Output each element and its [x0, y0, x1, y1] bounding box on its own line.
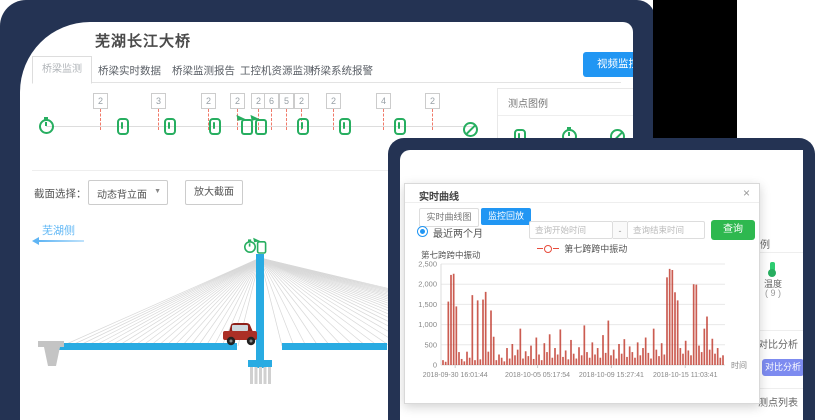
- sensor-count-badge: 5: [279, 93, 294, 109]
- sidebar-divider: [756, 252, 803, 253]
- svg-text:1,500: 1,500: [418, 300, 437, 309]
- sensor-dash-line: [432, 109, 433, 130]
- range-separator: -: [613, 221, 627, 239]
- section-select-dropdown[interactable]: 动态背立面 ▼: [88, 180, 168, 205]
- modal-title: 实时曲线: [419, 188, 459, 203]
- svg-text:0: 0: [433, 361, 437, 370]
- tab-monitor-report[interactable]: 桥梁监测报告: [172, 63, 235, 78]
- sensor-count-badge: 3: [151, 93, 166, 109]
- svg-text:2,500: 2,500: [418, 260, 437, 269]
- temperature-count: ( 9 ): [765, 288, 781, 298]
- svg-text:2018-10-09 15:27:41: 2018-10-09 15:27:41: [579, 372, 644, 379]
- pile-group: [250, 367, 271, 384]
- left-abutment: [38, 341, 64, 347]
- sensor-dash-line: [100, 109, 101, 130]
- chevron-down-icon: ▼: [154, 188, 161, 195]
- sidebar-legend-header-clipped: 例: [760, 236, 770, 251]
- svg-text:2018-10-15 11:03:41: 2018-10-15 11:03:41: [653, 372, 718, 379]
- point-legend-divider: [498, 115, 633, 116]
- wind-sensor-icon: [257, 241, 267, 254]
- tab-system-alarm[interactable]: 桥梁系统报警: [310, 63, 373, 78]
- svg-text:第七跨跨中振动: 第七跨跨中振动: [421, 250, 481, 260]
- sidebar-divider: [756, 388, 803, 389]
- query-end-time-input[interactable]: [627, 221, 705, 239]
- overlay-window: 例 温度 ( 9 ) 对比分析 对比分析 测点列表 实时曲线 × 实时曲线图 监…: [400, 150, 803, 420]
- section-select-value: 动态背立面: [97, 186, 147, 201]
- sensor-count-badge: 2: [230, 93, 245, 109]
- ban-icon[interactable]: [463, 122, 478, 137]
- last-two-months-radio[interactable]: [417, 226, 428, 237]
- compare-analysis-button[interactable]: 对比分析: [762, 359, 803, 376]
- sensor-count-badge: 2: [294, 93, 309, 109]
- svg-text:2018-10-05 05:17:54: 2018-10-05 05:17:54: [505, 372, 570, 379]
- svg-text:2,000: 2,000: [418, 280, 437, 289]
- wind-sensor-icon[interactable]: [241, 119, 253, 135]
- sensor-count-badge: 2: [326, 93, 341, 109]
- link-icon[interactable]: [394, 118, 406, 135]
- point-legend-title: 测点图例: [508, 95, 548, 110]
- car: [223, 323, 257, 345]
- vibration-chart: 第七跨跨中振动 0 500 1,000 1,500 2,000 2,500 2018-09-3…: [411, 250, 759, 396]
- enlarge-section-button[interactable]: 放大截面: [185, 180, 243, 205]
- stopwatch-icon[interactable]: [39, 119, 54, 134]
- wind-sensor-icon[interactable]: [255, 119, 267, 135]
- section-select-label: 截面选择：: [34, 186, 87, 201]
- screenshot-stage: 芜湖长江大桥 桥梁监测 桥梁实时数据 桥梁监测报告 工控机资源监测 桥梁系统报警…: [0, 0, 815, 420]
- query-button[interactable]: 查询: [711, 220, 755, 240]
- tabbar-divider: [32, 82, 621, 83]
- link-icon[interactable]: [164, 118, 176, 135]
- sensor-dash-line: [286, 109, 287, 130]
- sensor-dash-line: [271, 109, 272, 130]
- close-icon[interactable]: ×: [743, 186, 750, 200]
- sensor-dash-line: [158, 109, 159, 130]
- link-icon[interactable]: [339, 118, 351, 135]
- tab-bridge-monitor[interactable]: 桥梁监测: [32, 56, 92, 84]
- sensor-count-badge: 6: [264, 93, 279, 109]
- sensor-count-badge: 4: [376, 93, 391, 109]
- tab-realtime-data[interactable]: 桥梁实时数据: [98, 63, 161, 78]
- link-icon[interactable]: [297, 118, 309, 135]
- sensor-count-badge: 2: [425, 93, 440, 109]
- link-icon[interactable]: [209, 118, 221, 135]
- video-monitor-button[interactable]: 视频监控: [583, 52, 633, 77]
- last-two-months-label: 最近两个月: [433, 225, 483, 240]
- bridge-side-label: 芜湖侧: [42, 222, 75, 238]
- query-start-time-input[interactable]: [529, 221, 613, 239]
- realtime-curve-modal: 实时曲线 × 实时曲线图 监控回放 最近两个月 - 查询 第七跨跨中振动 第七跨…: [404, 183, 760, 404]
- sidebar-divider: [756, 330, 803, 331]
- point-list-header: 测点列表: [758, 394, 798, 409]
- black-band: [653, 0, 737, 150]
- tab-ipc-resource[interactable]: 工控机资源监测: [240, 63, 314, 78]
- svg-text:500: 500: [424, 340, 437, 349]
- sensor-count-badge: 2: [201, 93, 216, 109]
- compare-analysis-header: 对比分析: [758, 336, 798, 351]
- sensor-dash-line: [333, 109, 334, 130]
- svg-text:2018-09-30 16:01:44: 2018-09-30 16:01:44: [423, 372, 488, 379]
- thermometer-icon: [770, 262, 775, 271]
- tab-monitor-playback[interactable]: 监控回放: [481, 208, 531, 225]
- svg-text:时间: 时间: [731, 360, 747, 370]
- modal-header-divider: [405, 202, 759, 203]
- link-icon[interactable]: [117, 118, 129, 135]
- page-title: 芜湖长江大桥: [95, 30, 191, 51]
- sensor-count-badge: 2: [93, 93, 108, 109]
- stopwatch-icon: [244, 241, 256, 253]
- sensor-dash-line: [383, 109, 384, 130]
- svg-text:1,000: 1,000: [418, 320, 437, 329]
